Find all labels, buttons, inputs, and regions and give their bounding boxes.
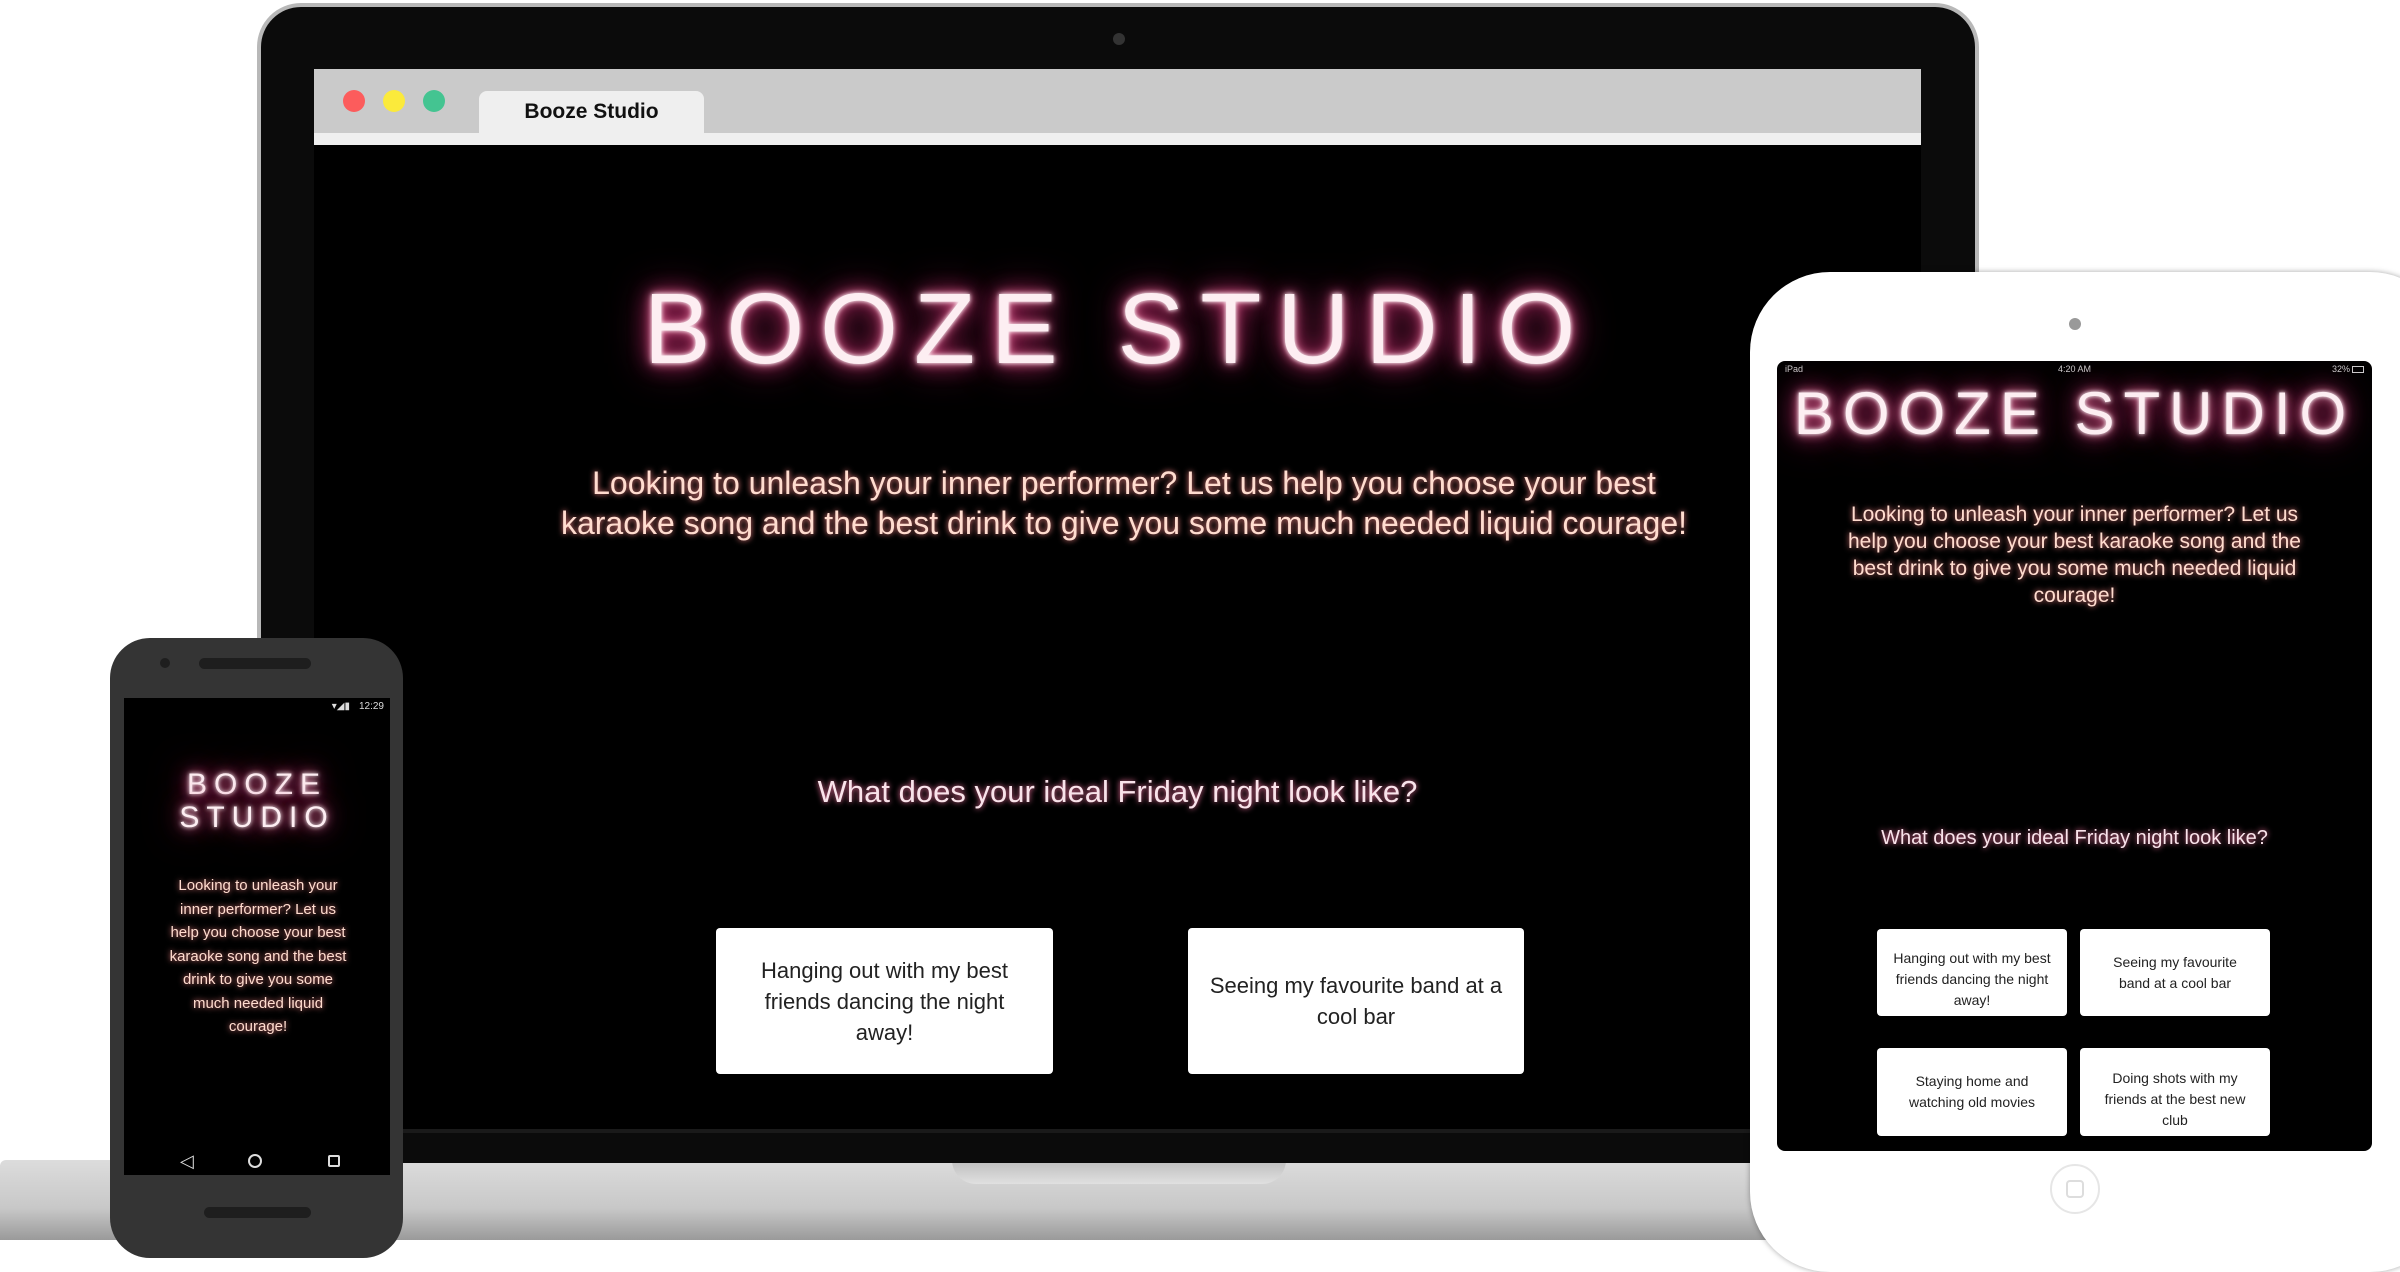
browser-window: Booze Studio BOOZE STUDIO Looking to unl… xyxy=(314,69,1921,1133)
option-button[interactable]: Staying home and watching old movies xyxy=(1877,1048,2067,1136)
close-window-button[interactable] xyxy=(343,90,365,112)
tablet-time: 4:20 AM xyxy=(2057,364,2092,374)
question-text: What does your ideal Friday night look l… xyxy=(817,774,1418,809)
site-title-line1: BOOZE xyxy=(186,768,327,801)
site-title: BOOZE STUDIO xyxy=(643,273,1592,385)
question-text: What does your ideal Friday night look l… xyxy=(1881,827,2268,849)
laptop-notch xyxy=(952,1160,1286,1184)
phone-time: 12:29 xyxy=(358,701,384,712)
option-button[interactable]: Seeing my favourite band at a cool bar xyxy=(1188,928,1524,1074)
phone-speaker xyxy=(199,658,311,669)
back-icon[interactable]: ◁ xyxy=(180,1151,194,1172)
option-button[interactable]: Hanging out with my best friends dancing… xyxy=(716,928,1053,1074)
site-title: BOOZE STUDIO xyxy=(1793,380,2356,447)
laptop-camera xyxy=(1113,33,1125,45)
divider xyxy=(314,1129,1921,1133)
browser-tab[interactable]: Booze Studio xyxy=(479,91,704,133)
home-icon[interactable] xyxy=(248,1154,262,1168)
phone-speaker-bottom xyxy=(204,1207,311,1218)
minimize-window-button[interactable] xyxy=(383,90,405,112)
tablet-home-button[interactable] xyxy=(2050,1164,2100,1214)
recent-apps-icon[interactable] xyxy=(328,1155,340,1167)
maximize-window-button[interactable] xyxy=(423,90,445,112)
option-button[interactable]: Doing shots with my friends at the best … xyxy=(2080,1048,2270,1136)
tablet-screen: iPad 4:20 AM 32% BOOZE STUDIO Looking to… xyxy=(1777,361,2372,1151)
tablet-camera xyxy=(2069,318,2081,330)
phone-screen: 12:29 ▾◢▮ BOOZE STUDIO Looking to unleas… xyxy=(124,698,390,1175)
intro-text: Looking to unleash your inner performer?… xyxy=(560,465,1688,541)
tablet-battery-text: 32% xyxy=(2331,364,2350,374)
battery-icon xyxy=(2352,366,2364,373)
option-button[interactable]: Hanging out with my best friends dancing… xyxy=(1877,929,2067,1016)
browser-tab-bar: Booze Studio xyxy=(314,69,1921,145)
site-title-line2: STUDIO xyxy=(179,801,335,834)
intro-text: Looking to unleash your inner performer?… xyxy=(1848,503,2301,607)
wifi-signal-battery-icon: ▾◢▮ xyxy=(331,701,350,712)
option-button[interactable]: Seeing my favourite band at a cool bar xyxy=(2080,929,2270,1016)
intro-text: Looking to unleash your inner performer?… xyxy=(169,877,347,1035)
phone-camera xyxy=(160,658,170,668)
